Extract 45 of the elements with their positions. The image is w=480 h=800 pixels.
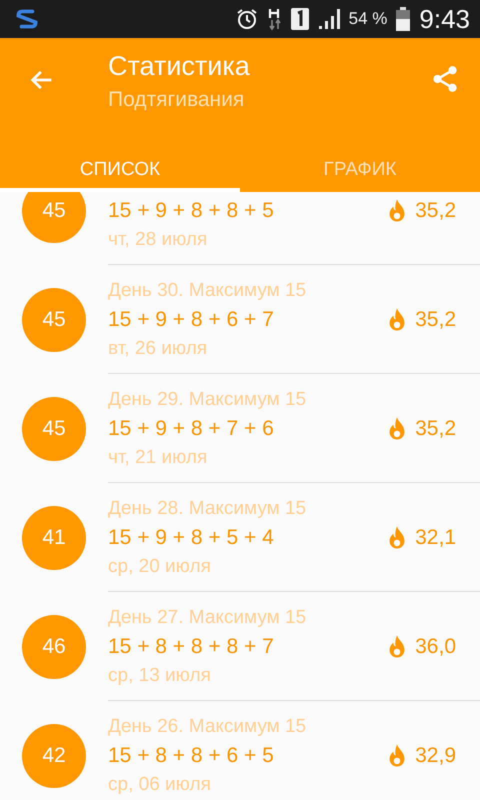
network-h-icon — [268, 7, 282, 31]
sets-text: 15 + 9 + 8 + 7 + 6 — [108, 416, 275, 442]
sets-text: 15 + 9 + 8 + 6 + 7 — [108, 307, 275, 333]
total-badge: 41 — [22, 506, 86, 570]
battery-percent: 54 % — [348, 9, 388, 29]
battery-icon — [396, 7, 410, 31]
score-value: 35,2 — [415, 198, 456, 222]
day-header: День 28. Максимум 15 — [108, 497, 308, 521]
day-header: День 30. Максимум 15 — [108, 279, 308, 303]
sets-text: 15 + 9 + 8 + 5 + 4 — [108, 525, 275, 551]
date-text: чт, 28 июля — [108, 228, 208, 252]
score-value: 35,2 — [415, 308, 456, 332]
flame-icon — [387, 416, 408, 442]
total-badge: 46 — [22, 614, 86, 678]
screen-subtitle: Подтягивания — [108, 87, 246, 113]
day-header: День 26. Максимум 15 — [108, 715, 308, 739]
date-text: ср, 20 июля — [108, 555, 212, 579]
total-badge: 45 — [22, 288, 86, 352]
score-value: 32,1 — [415, 526, 456, 550]
total-badge: 45 — [22, 192, 86, 242]
score-value: 35,2 — [415, 416, 456, 440]
total-badge: 45 — [22, 396, 86, 460]
tab[interactable]: ГРАФИК — [240, 152, 480, 192]
signal-icon — [318, 8, 340, 30]
date-text: чт, 21 июля — [108, 446, 208, 470]
date-text: ср, 13 июля — [108, 664, 212, 688]
total-badge: 42 — [22, 724, 86, 788]
date-text: вт, 26 июля — [108, 337, 208, 361]
day-header: День 27. Максимум 15 — [108, 606, 308, 630]
flame-icon — [387, 742, 408, 768]
sim-card-icon — [290, 8, 309, 30]
flame-icon — [387, 306, 408, 332]
screen-title: Статистика — [108, 50, 251, 82]
score-value: 32,9 — [415, 744, 456, 768]
flame-icon — [387, 634, 408, 660]
date-text: ср, 06 июля — [108, 773, 212, 797]
sets-text: 15 + 8 + 8 + 8 + 7 — [108, 634, 275, 660]
alarm-icon — [234, 7, 259, 31]
sets-text: 15 + 8 + 8 + 6 + 5 — [108, 743, 275, 769]
sets-text: 15 + 9 + 8 + 8 + 5 — [108, 198, 275, 224]
flame-icon — [387, 524, 408, 550]
clock-time: 9:43 — [419, 4, 470, 34]
score-value: 36,0 — [415, 634, 456, 658]
flame-icon — [387, 198, 408, 224]
day-header: День 29. Максимум 15 — [108, 388, 308, 412]
